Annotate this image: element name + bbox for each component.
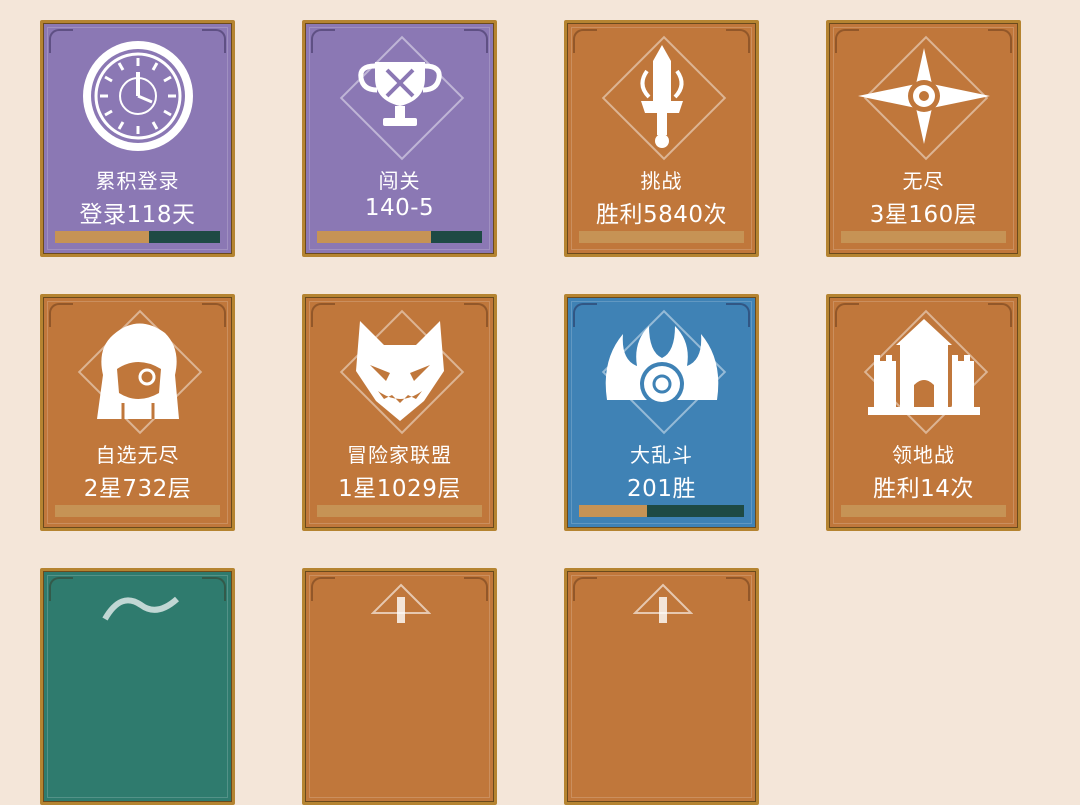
progress-bar [55,505,220,517]
progress-bar [55,231,220,243]
hero-portrait-icon [96,323,179,419]
achievement-card-stage[interactable]: 闯关 140-5 [302,20,497,257]
card-value: 3星160层 [869,202,978,228]
fox-mask-icon [355,321,444,421]
progress-bar [841,231,1006,243]
card-title: 自选无尽 [95,443,180,467]
card-title: 大乱斗 [630,443,693,467]
achievement-card-login[interactable]: 累积登录 登录118天 [40,20,235,257]
sword-icon [640,45,683,148]
clock-icon [82,41,193,151]
wave-icon [102,596,180,621]
achievement-card-row3-2[interactable] [302,568,497,805]
achievement-card-challenge[interactable]: 挑战 胜利5840次 [564,20,759,257]
emblem-icon [633,583,693,623]
emblem-icon [371,583,431,623]
card-value: 201胜 [627,476,696,502]
achievement-card-row3-1[interactable] [40,568,235,805]
achievement-card-custom-endless[interactable]: 自选无尽 2星732层 [40,294,235,531]
progress-bar [317,231,482,243]
card-title: 冒险家联盟 [347,443,452,467]
card-title: 挑战 [640,169,683,193]
progress-bar [841,505,1006,517]
card-value: 1星1029层 [338,476,461,502]
card-title: 累积登录 [95,169,180,193]
card-title: 闯关 [378,169,421,193]
card-title: 无尽 [902,169,945,193]
achievement-grid: 累积登录 登录118天 闯关 140-5 挑战 胜利5840次 无尽 3星160… [40,20,1040,805]
trophy-icon [357,62,442,126]
card-title: 领地战 [892,443,955,467]
achievement-card-brawl[interactable]: 大乱斗 201胜 [564,294,759,531]
achievement-card-endless[interactable]: 无尽 3星160层 [826,20,1021,257]
castle-icon [867,319,980,415]
progress-bar [579,505,744,517]
card-value: 胜利5840次 [595,202,728,228]
achievement-card-adventurer-league[interactable]: 冒险家联盟 1星1029层 [302,294,497,531]
progress-bar [579,231,744,243]
card-value: 登录118天 [79,202,196,228]
card-value: 2星732层 [83,476,192,502]
achievement-card-territory-war[interactable]: 领地战 胜利14次 [826,294,1021,531]
flame-emblem-icon [605,326,718,406]
card-value: 胜利14次 [873,476,974,502]
card-value: 140-5 [364,195,435,221]
achievement-card-row3-3[interactable] [564,568,759,805]
progress-bar [317,505,482,517]
compass-star-icon [857,48,990,144]
